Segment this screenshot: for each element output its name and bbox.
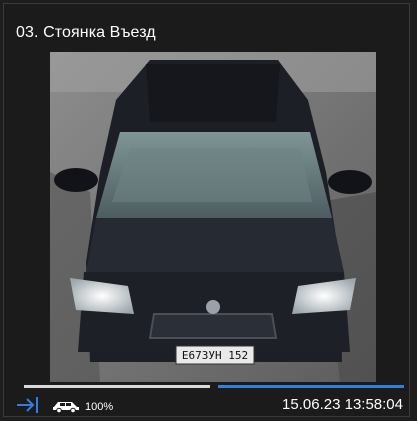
camera-title: 03. Стоянка Въезд — [16, 24, 156, 41]
license-plate: Е673УН 152 — [182, 349, 248, 362]
progress-remaining[interactable] — [218, 385, 404, 388]
camera-toolbar: 100% 15.06.23 13:58:04 — [4, 392, 411, 416]
recognition-confidence: 100% — [85, 401, 114, 413]
event-timestamp: 15.06.23 13:58:04 — [282, 396, 403, 413]
car-icon — [51, 399, 81, 414]
vehicle-snapshot[interactable]: Е673УН 152 — [50, 52, 376, 382]
progress-played[interactable] — [24, 385, 210, 388]
camera-panel[interactable]: 03. Стоянка Въезд Е673УН 152 100% 15.06.… — [3, 3, 410, 417]
arrow-to-line-icon[interactable] — [15, 394, 41, 416]
vehicle-image: Е673УН 152 — [50, 52, 376, 382]
